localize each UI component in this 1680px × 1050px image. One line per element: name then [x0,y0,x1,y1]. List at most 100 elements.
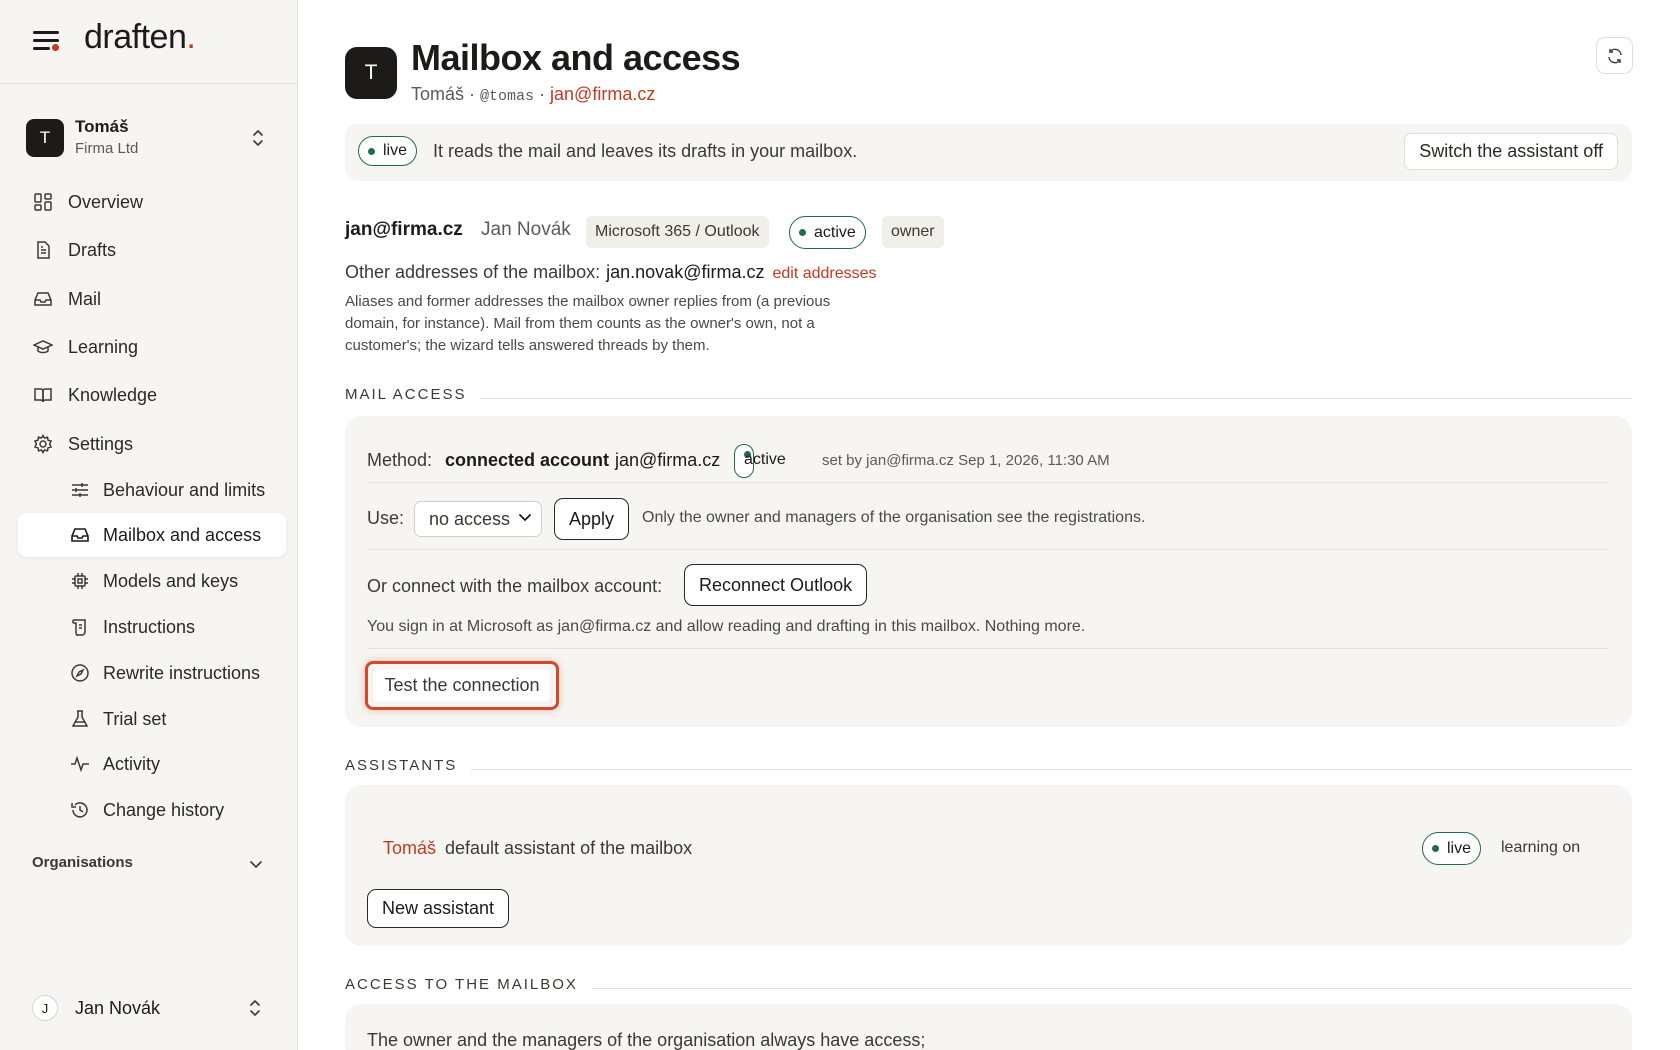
nav-mail[interactable]: Mail [18,277,286,321]
test-connection-button[interactable]: Test the connection [365,661,559,710]
refresh-icon [1607,48,1622,63]
nav-trial-label: Trial set [103,708,167,729]
organisations-toggle[interactable]: Organisations [32,854,133,871]
flask-icon [69,708,91,730]
new-assistant-button[interactable]: New assistant [367,889,510,928]
nav-learning[interactable]: Learning [18,325,286,369]
nav-trial[interactable]: Trial set [18,697,286,741]
main-content: T Mailbox and access Tomáš · @tomas · ja… [298,0,1680,1050]
assistant-name-link[interactable]: Tomáš [383,838,436,859]
scroll-icon [69,616,91,638]
menu-icon[interactable] [33,29,59,53]
access-heading: ACCESS TO THE MAILBOX [345,976,1632,996]
alias-address: jan.novak@firma.cz [606,262,765,282]
logo[interactable]: draften. [84,18,196,57]
gear-icon [32,433,54,455]
nav-rewrite-label: Rewrite instructions [103,662,261,683]
chevron-updown-icon [252,129,264,147]
compass-icon [69,662,91,684]
banner-message: It reads the mail and leaves its drafts … [433,141,858,161]
method-value: connected account [445,450,610,470]
nav-learning-label: Learning [68,336,139,357]
access-card: The owner and the managers of the organi… [345,1004,1632,1050]
mail-access-heading: MAIL ACCESS [345,386,1632,406]
chevron-down-icon[interactable] [250,856,262,874]
nav-knowledge-label: Knowledge [68,384,158,405]
set-by-info: set by jan@firma.cz Sep 1, 2026, 11:30 A… [822,452,1110,469]
nav-history-label: Change history [103,799,225,820]
assistant-status-banner: live It reads the mail and leaves its dr… [345,124,1632,181]
connect-label: Or connect with the mailbox account: [367,576,663,596]
document-icon [32,239,54,261]
inbox-icon [32,288,54,310]
nav-overview-label: Overview [68,191,144,212]
user-name: Jan Novák [75,998,161,1018]
nav-settings[interactable]: Settings [18,422,286,466]
reconnect-outlook-button[interactable]: Reconnect Outlook [684,564,868,606]
refresh-button[interactable] [1596,37,1633,74]
nav-drafts[interactable]: Drafts [18,228,286,272]
use-row: Use: no access Apply Only the owner and … [367,498,1607,540]
method-email: jan@firma.cz [615,450,721,470]
status-badge: live [358,136,418,166]
book-icon [32,384,54,406]
apply-button[interactable]: Apply [554,498,630,540]
nav-models-label: Models and keys [103,570,239,591]
graduation-cap-icon [32,336,54,358]
mailbox-owner-name: Jan Novák [481,219,571,240]
nav-behaviour-label: Behaviour and limits [103,479,266,500]
learning-status: learning on [1501,839,1581,856]
status-badge: active [734,444,786,478]
assistant-description: default assistant of the mailbox [445,838,693,858]
nav-mailbox-access[interactable]: Mailbox and access [18,513,286,557]
access-select[interactable]: no access [414,501,542,537]
chevron-updown-icon [249,999,261,1017]
nav-mail-label: Mail [68,288,102,309]
nav-behaviour[interactable]: Behaviour and limits [18,468,286,512]
assistants-card: Tomáš default assistant of the mailbox l… [345,785,1632,946]
status-badge: live [1422,832,1482,865]
mail-access-card: Method: connected account jan@firma.cz a… [345,416,1632,727]
account-org: Firma Ltd [75,140,139,157]
nav-rewrite[interactable]: Rewrite instructions [18,651,286,695]
nav-settings-label: Settings [68,433,134,454]
chevron-down-icon [519,514,531,522]
activity-icon [69,753,91,775]
mailbox-identity: jan@firma.cz Jan Novák Microsoft 365 / O… [345,216,1045,249]
owner-email-link[interactable]: jan@firma.cz [550,84,655,104]
nav-drafts-label: Drafts [68,239,117,260]
user-menu[interactable]: J Jan Novák [32,995,272,1023]
nav-instructions[interactable]: Instructions [18,605,286,649]
method-row: Method: connected account jan@firma.cz a… [367,444,1607,478]
other-addresses: Other addresses of the mailbox: jan.novak… [345,262,877,282]
mailbox-email: jan@firma.cz [345,219,463,240]
role-badge: owner [882,216,944,248]
addresses-note: Aliases and former addresses the mailbox… [345,293,831,354]
provider-badge: Microsoft 365 / Outlook [586,216,769,248]
use-note: Only the owner and managers of the organ… [642,509,1146,526]
account-avatar: T [26,119,64,157]
inbox-icon [69,524,91,546]
edit-addresses-link[interactable]: edit addresses [772,265,876,282]
page-avatar: T [345,47,397,99]
page-title: Mailbox and access [411,37,741,78]
account-switcher[interactable]: T Tomáš Firma Ltd [26,117,276,161]
nav-models[interactable]: Models and keys [18,559,286,603]
nav-knowledge[interactable]: Knowledge [18,373,286,417]
nav-history[interactable]: Change history [18,788,286,832]
user-avatar: J [32,995,58,1021]
brand-header: draften. [0,0,297,84]
account-name: Tomáš [75,117,129,136]
history-icon [69,799,91,821]
nav-mailbox-label: Mailbox and access [103,524,262,545]
nav-overview[interactable]: Overview [18,180,286,224]
connect-note: You sign in at Microsoft as jan@firma.cz… [367,618,1086,635]
sliders-icon [69,479,91,501]
assistants-heading: ASSISTANTS [345,757,1632,777]
access-text: The owner and the managers of the organi… [367,1030,926,1050]
chip-icon [69,570,91,592]
switch-assistant-off-button[interactable]: Switch the assistant off [1404,133,1618,170]
status-badge: active [789,216,866,249]
nav-activity-label: Activity [103,753,161,774]
nav-activity[interactable]: Activity [18,742,286,786]
